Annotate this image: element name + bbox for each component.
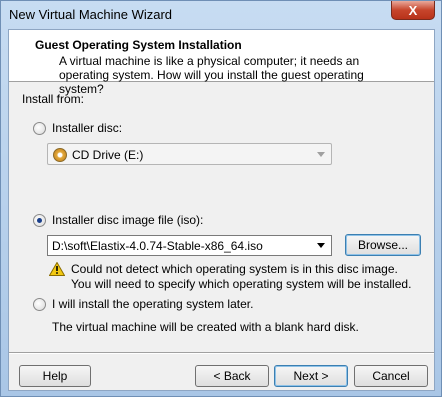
warning-line-2: You will need to specify which operating… — [71, 277, 412, 291]
chevron-down-icon[interactable] — [317, 243, 325, 248]
warning-icon — [49, 262, 65, 276]
iso-path-select[interactable]: D:\soft\Elastix-4.0.74-Stable-x86_64.iso — [47, 235, 332, 256]
install-from-label: Install from: — [22, 92, 85, 106]
window-title: New Virtual Machine Wizard — [9, 7, 173, 22]
install-later-radio[interactable] — [33, 298, 46, 311]
footer-divider — [9, 352, 434, 354]
wizard-header: Guest Operating System Installation A vi… — [9, 30, 434, 96]
close-icon: X — [408, 2, 418, 18]
cd-drive-icon — [53, 148, 67, 162]
page-title: Guest Operating System Installation — [35, 38, 242, 52]
next-button[interactable]: Next > — [274, 365, 348, 387]
page-description: A virtual machine is like a physical com… — [59, 54, 364, 96]
installer-disc-label[interactable]: Installer disc: — [52, 121, 122, 135]
wizard-content: Guest Operating System Installation A vi… — [8, 29, 435, 391]
cd-drive-value: CD Drive (E:) — [72, 148, 144, 162]
help-button[interactable]: Help — [19, 365, 91, 387]
wizard-window: New Virtual Machine Wizard X Guest Opera… — [0, 0, 442, 397]
install-later-label[interactable]: I will install the operating system late… — [52, 297, 253, 311]
iso-path-value[interactable]: D:\soft\Elastix-4.0.74-Stable-x86_64.iso — [52, 239, 263, 253]
warning-line-1: Could not detect which operating system … — [71, 262, 398, 276]
installer-disc-radio[interactable] — [33, 122, 46, 135]
close-button[interactable]: X — [391, 1, 435, 20]
browse-button[interactable]: Browse... — [345, 234, 421, 256]
back-button[interactable]: < Back — [195, 365, 269, 387]
cancel-button[interactable]: Cancel — [354, 365, 428, 387]
install-later-note: The virtual machine will be created with… — [52, 320, 359, 334]
disc-image-label[interactable]: Installer disc image file (iso): — [52, 213, 203, 227]
chevron-down-icon — [317, 152, 325, 157]
title-bar[interactable]: New Virtual Machine Wizard X — [1, 1, 441, 29]
disc-image-radio[interactable] — [33, 214, 46, 227]
cd-drive-select: CD Drive (E:) — [47, 143, 332, 165]
